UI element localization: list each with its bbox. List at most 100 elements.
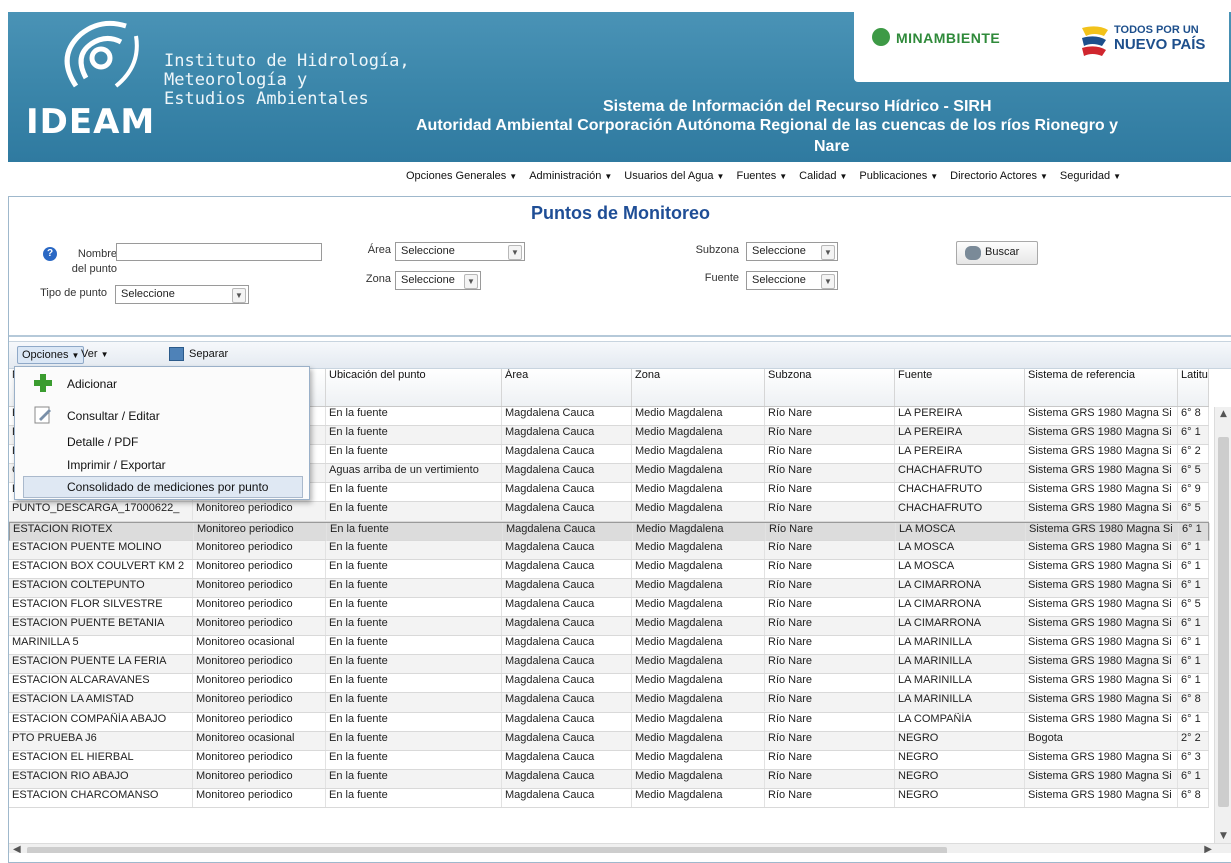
cell-ubicacion: En la fuente <box>326 731 502 750</box>
zona-select[interactable]: Seleccione ▼ <box>395 271 481 290</box>
scroll-thumb[interactable] <box>1218 437 1229 807</box>
cell-latitud: 6° 1 <box>1178 712 1209 731</box>
scroll-down-icon[interactable]: ▼ <box>1215 831 1231 841</box>
cell-sistema: Sistema GRS 1980 Magna Si <box>1025 483 1178 502</box>
cell-fuente: LA PEREIRA <box>895 445 1025 464</box>
table-row[interactable]: ESTACION COLTEPUNTO Monitoreo periodico En… <box>9 578 1209 598</box>
col-subzona[interactable]: Subzona <box>765 369 895 406</box>
cell-sistema: Sistema GRS 1980 Magna Si <box>1025 502 1178 521</box>
partner2-line2: NUEVO PAÍS <box>1114 36 1206 53</box>
cell-latitud: 6° 1 <box>1178 674 1209 693</box>
help-icon[interactable]: ? <box>43 247 57 261</box>
col-ubicacion[interactable]: Ubicación del punto <box>326 369 502 406</box>
table-row[interactable]: PTO PRUEBA J6 Monitoreo ocasional En la fu… <box>9 731 1209 751</box>
nav-directorio-actores[interactable]: Directorio Actores ▼ <box>944 166 1054 188</box>
col-latitud[interactable]: Latitu <box>1178 369 1209 406</box>
table-row[interactable]: ESTACION PUENTE BETANIA Monitoreo periodi… <box>9 617 1209 637</box>
cell-fuente: LA CIMARRONA <box>895 617 1025 636</box>
cell-subzona: Río Nare <box>765 483 895 502</box>
col-fuente[interactable]: Fuente <box>895 369 1025 406</box>
cell-subzona: Río Nare <box>765 712 895 731</box>
vertical-scrollbar[interactable]: ▲ ▼ <box>1214 407 1231 843</box>
area-select[interactable]: Seleccione ▼ <box>395 242 525 261</box>
table-row[interactable]: ESTACION PUENTE LA FERIA Monitoreo period… <box>9 655 1209 675</box>
scroll-left-icon[interactable]: ◀ <box>13 844 21 853</box>
cell-tipo: Monitoreo periodico <box>193 578 326 597</box>
menu-consolidado-mediciones[interactable]: Consolidado de mediciones por punto <box>23 476 303 498</box>
nav-fuentes[interactable]: Fuentes ▼ <box>730 166 793 188</box>
authority-title-line2: Nare <box>814 138 850 155</box>
separar-button[interactable]: Separar <box>167 346 232 364</box>
main-panel: Puntos de Monitoreo ? Nombre del punto T… <box>8 196 1231 863</box>
subzona-select[interactable]: Seleccione ▼ <box>746 242 838 261</box>
menu-imprimir-exportar[interactable]: Imprimir / Exportar <box>15 454 309 476</box>
binoculars-icon <box>965 246 981 260</box>
horizontal-scrollbar[interactable]: ◀ ▶ <box>9 843 1231 853</box>
table-row[interactable]: ESTACION RIOTEX Monitoreo periodico En la … <box>9 521 1210 541</box>
cell-latitud: 6° 3 <box>1178 750 1209 769</box>
cell-nombre: ESTACION LA AMISTAD <box>9 693 193 712</box>
nav-usuarios-del-agua[interactable]: Usuarios del Agua ▼ <box>618 166 730 188</box>
table-row[interactable]: ESTACION EL HIERBAL Monitoreo periodico En… <box>9 750 1209 770</box>
table-row[interactable]: PUNTO_DESCARGA_17000622_ Monitoreo period… <box>9 502 1209 522</box>
tipo-punto-select[interactable]: Seleccione ▼ <box>115 285 249 304</box>
cell-ubicacion: En la fuente <box>326 788 502 807</box>
col-sistema-referencia[interactable]: Sistema de referencia <box>1025 369 1178 406</box>
fuente-select[interactable]: Seleccione ▼ <box>746 271 838 290</box>
cell-subzona: Río Nare <box>765 693 895 712</box>
nav-opciones-generales[interactable]: Opciones Generales ▼ <box>400 166 523 188</box>
cell-fuente: NEGRO <box>895 731 1025 750</box>
ideam-logo-text: IDEAM <box>26 102 156 142</box>
cell-fuente: CHACHAFRUTO <box>895 464 1025 483</box>
menu-consultar-editar[interactable]: Consultar / Editar <box>15 405 309 427</box>
buscar-button[interactable]: Buscar <box>956 241 1038 265</box>
table-row[interactable]: ESTACION BOX COULVERT KM 2 Monitoreo peri… <box>9 559 1209 579</box>
nombre-label-2: del punto <box>71 263 117 275</box>
subzona-label: Subzona <box>695 244 739 256</box>
nav-publicaciones[interactable]: Publicaciones ▼ <box>853 166 944 188</box>
cell-ubicacion: En la fuente <box>327 522 503 541</box>
menu-adicionar[interactable]: Adicionar <box>15 373 309 395</box>
table-row[interactable]: ESTACION LA AMISTAD Monitoreo periodico En… <box>9 693 1209 713</box>
cell-zona: Medio Magdalena <box>632 769 765 788</box>
menu-detalle-pdf[interactable]: Detalle / PDF <box>15 431 309 453</box>
cell-sistema: Sistema GRS 1980 Magna Si <box>1025 674 1178 693</box>
cell-fuente: LA COMPAÑÍA <box>895 712 1025 731</box>
nav-seguridad[interactable]: Seguridad ▼ <box>1054 166 1127 188</box>
cell-subzona: Río Nare <box>765 617 895 636</box>
nombre-input[interactable] <box>116 243 322 261</box>
cell-subzona: Río Nare <box>765 559 895 578</box>
cell-subzona: Río Nare <box>765 788 895 807</box>
table-row[interactable]: ESTACION PUENTE MOLINO Monitoreo periodic… <box>9 540 1209 560</box>
cell-latitud: 6° 5 <box>1178 597 1209 616</box>
opciones-button[interactable]: Opciones ▼ <box>17 346 85 364</box>
fuente-label: Fuente <box>704 272 739 284</box>
table-row[interactable]: MARINILLA 5 Monitoreo ocasional En la fuen… <box>9 636 1209 656</box>
table-row[interactable]: ESTACION ALCARAVANES Monitoreo periodico E… <box>9 674 1209 694</box>
cell-zona: Medio Magdalena <box>632 731 765 750</box>
cell-area: Magdalena Cauca <box>502 559 632 578</box>
cell-sistema: Sistema GRS 1980 Magna Si <box>1025 617 1178 636</box>
chevron-down-icon: ▼ <box>100 350 109 359</box>
cell-fuente: NEGRO <box>895 788 1025 807</box>
cell-latitud: 6° 1 <box>1178 636 1209 655</box>
col-area[interactable]: Área <box>502 369 632 406</box>
cell-ubicacion: En la fuente <box>326 502 502 521</box>
table-row[interactable]: ESTACION CHARCOMANSO Monitoreo periodico E… <box>9 788 1209 808</box>
ver-button[interactable]: Ver ▼ <box>77 346 113 364</box>
nav-calidad[interactable]: Calidad ▼ <box>793 166 853 188</box>
scroll-up-icon[interactable]: ▲ <box>1215 409 1231 419</box>
table-row[interactable]: ESTACION FLOR SILVESTRE Monitoreo periodi… <box>9 597 1209 618</box>
table-row[interactable]: ESTACION RIO ABAJO Monitoreo periodico En … <box>9 769 1209 789</box>
cell-zona: Medio Magdalena <box>632 712 765 731</box>
cell-tipo: Monitoreo periodico <box>193 617 326 636</box>
scroll-right-icon[interactable]: ▶ <box>1204 844 1212 853</box>
table-row[interactable]: ESTACION COMPAÑÍA ABAJO Monitoreo periodi… <box>9 712 1209 732</box>
cell-fuente: LA MARINILLA <box>895 655 1025 674</box>
nav-administracion[interactable]: Administración ▼ <box>523 166 618 188</box>
cell-ubicacion: En la fuente <box>326 674 502 693</box>
system-title: Sistema de Información del Recurso Hídri… <box>603 98 992 115</box>
scroll-thumb-horizontal[interactable] <box>27 847 947 853</box>
col-zona[interactable]: Zona <box>632 369 765 406</box>
cell-sistema: Sistema GRS 1980 Magna Si <box>1025 750 1178 769</box>
